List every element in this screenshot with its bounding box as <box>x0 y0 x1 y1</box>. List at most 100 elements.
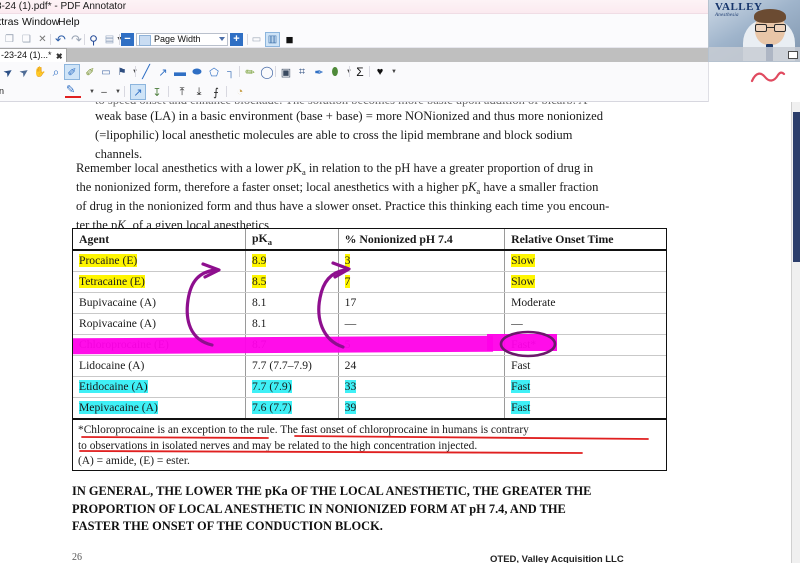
text-align-base-tool-icon[interactable]: ⨍ <box>208 84 224 100</box>
text-align-mid-tool-icon[interactable]: ⤓ <box>191 84 207 100</box>
table-row: Etidocaine (A) 7.7 (7.9) 33 Fast <box>73 376 666 398</box>
toolbar-separator-1 <box>50 34 51 45</box>
cell-agent: Procaine (E) <box>73 250 246 272</box>
paragraph-2-line-3: of drug in the nonionized form and thus … <box>76 199 610 213</box>
cell-onset: Fast* <box>504 334 666 356</box>
table-row: Ropivacaine (A) 8.1 — — <box>73 313 666 335</box>
single-page-icon[interactable]: ▭ <box>249 32 264 47</box>
logo-line-2: Anesthesia <box>715 13 739 18</box>
pen-tool-icon[interactable]: ✐ <box>64 64 80 80</box>
find-icon[interactable]: ⚲ <box>86 32 101 47</box>
cell-nonionized: 5 <box>338 334 506 356</box>
eraser-tool-icon[interactable]: ✎ <box>239 61 262 84</box>
chevron-down-icon[interactable] <box>219 37 225 41</box>
connector-tool-icon[interactable]: ┐ <box>223 64 239 80</box>
page-width-icon <box>139 35 151 46</box>
toolbar-separator-10 <box>124 86 125 97</box>
formula-tool-icon[interactable]: Σ <box>352 64 368 80</box>
cell-onset: Fast <box>504 355 666 377</box>
glasses-right-lens <box>774 24 786 32</box>
snapshot-tool-icon[interactable]: ▣ <box>278 64 294 80</box>
cell-agent: Mepivacaine (A) <box>73 397 246 418</box>
cell-pka: 8.1 <box>245 313 339 335</box>
closing-statement: IN GENERAL, THE LOWER THE pKa OF THE LOC… <box>72 483 672 536</box>
menu-item-help[interactable]: Help <box>58 15 80 30</box>
p2-l1-pre: Remember local anesthetics with a lower <box>76 161 287 175</box>
webcam-overlay[interactable]: VALLEY Anesthesia <box>708 0 800 62</box>
cell-onset: Fast <box>511 401 531 415</box>
document-viewport[interactable]: to speed onset and enhance blockade. The… <box>0 102 791 563</box>
annotation-style-toolbar: en ✎ ▼ – ▼ ↗ ↧ ⤒ ⤓ ⨍ ◔ <box>0 82 800 102</box>
table-row: Chloroprocaine (E) 8.7 5 Fast* <box>73 334 666 356</box>
zoom-in-icon[interactable]: + <box>230 33 243 46</box>
open-button-label[interactable]: en <box>0 86 4 96</box>
crop-tool-icon[interactable]: ⌗ <box>294 64 310 80</box>
paragraph-1-line-2: (=lipophilic) local anesthetic molecules… <box>95 128 573 142</box>
cell-nonionized: 17 <box>338 292 506 314</box>
copy-icon[interactable]: ❐ <box>2 32 17 47</box>
pen-icon: ✎ <box>66 84 76 96</box>
fill-color-tool-icon[interactable]: ◔ <box>232 84 248 100</box>
pen-color-swatch[interactable]: ✎ <box>64 84 84 100</box>
arrow-tool-icon[interactable]: ↗ <box>155 64 171 80</box>
rectangle-tool-icon[interactable]: ▬ <box>172 64 188 80</box>
delete-icon[interactable]: ✕ <box>35 32 50 47</box>
chevron-down-icon[interactable]: ▼ <box>386 64 402 80</box>
text-align-top-tool-icon[interactable]: ⤒ <box>174 84 190 100</box>
footnote-line-3: (A) = amide, (E) = ester. <box>78 455 190 467</box>
cell-agent: Bupivacaine (A) <box>73 292 246 314</box>
curve-smooth-tool-icon[interactable]: ↗ <box>130 84 146 100</box>
line-tool-icon[interactable]: ╱ <box>138 64 154 80</box>
comment-tool-icon[interactable]: ◯ <box>259 64 275 80</box>
cell-nonionized: 33 <box>338 376 506 398</box>
document-tab-label: -23-24 (1)...* <box>1 50 52 60</box>
toolbar-separator-5 <box>135 66 136 77</box>
text-box-tool-icon[interactable]: ▭ <box>98 64 114 80</box>
paste-icon[interactable]: ❑ <box>19 32 34 47</box>
polygon-tool-icon[interactable]: ⬠ <box>206 64 222 80</box>
pressure-tool-icon[interactable]: ↧ <box>149 84 165 100</box>
cell-onset: — <box>504 313 666 335</box>
vertical-scrollbar-thumb[interactable] <box>793 112 800 262</box>
menu-item-extras[interactable]: xtras <box>0 15 19 30</box>
toolbar-separator-9 <box>369 66 370 77</box>
glasses-left-lens <box>755 24 767 32</box>
marker-tool-icon[interactable]: ✒ <box>311 64 327 80</box>
cell-agent: Ropivacaine (A) <box>73 313 246 335</box>
cell-pka: 8.7 <box>245 334 339 356</box>
cell-agent: Chloroprocaine (E) <box>73 334 246 356</box>
webcam-minimize-button[interactable] <box>788 51 798 59</box>
squiggle-freehand-icon[interactable] <box>750 70 786 86</box>
table-row: Tetracaine (E) 8.5 7 Slow <box>73 271 666 293</box>
logo-line-1: VALLEY <box>715 1 763 13</box>
highlighter-tool-icon[interactable]: ✐ <box>82 64 98 80</box>
table-row: Lidocaine (A) 7.7 (7.7–7.9) 24 Fast <box>73 355 666 377</box>
toolbar-separator-3 <box>119 34 120 45</box>
copyright-notice: OTED, Valley Acquisition LLC <box>490 554 624 563</box>
window-title: 3-24 (1).pdf* - PDF Annotator <box>0 1 127 12</box>
cell-pka: 8.5 <box>245 271 339 293</box>
full-screen-icon[interactable]: ■ <box>282 32 297 47</box>
cell-onset: Slow <box>504 250 666 272</box>
color-underline-swatch <box>65 96 81 98</box>
table-footnote: *Chloroprocaine is an exception to the r… <box>72 418 667 471</box>
undo-icon[interactable]: ↶ <box>53 32 68 47</box>
cell-onset: Fast <box>504 376 666 398</box>
cell-pka: 8.1 <box>245 292 339 314</box>
footnote-line-1: *Chloroprocaine is an exception to the r… <box>78 424 529 436</box>
ellipse-tool-icon[interactable]: ⬬ <box>189 64 205 80</box>
magnifier-tool-icon[interactable]: ⌕ <box>48 64 64 80</box>
continuous-page-icon[interactable]: ▥ <box>265 32 280 47</box>
pan-hand-tool-icon[interactable]: ✋ <box>32 64 48 80</box>
zoom-mode-combobox[interactable]: Page Width <box>136 33 228 46</box>
annotation-toolbar: ➤ ➤ ✋ ⌕ ✐ ✐ ▭ ⚑ ▼ ╱ ↗ ▬ ⬬ ⬠ ┐ ✎ ◯ ▣ ⌗ ✒ … <box>0 62 800 82</box>
zoom-out-icon[interactable]: − <box>121 33 134 46</box>
cell-agent: Tetracaine (E) <box>73 271 246 293</box>
vertical-scrollbar[interactable] <box>791 102 800 563</box>
closing-line-1: IN GENERAL, THE LOWER THE pKa OF THE LOC… <box>72 484 592 498</box>
redo-icon[interactable]: ↷ <box>69 32 84 47</box>
zoom-mode-value: Page Width <box>154 34 201 44</box>
menu-item-window[interactable]: Window <box>22 15 59 30</box>
col-header-agent: Agent <box>73 229 246 251</box>
p2-l2-post: have a smaller fraction <box>480 180 599 194</box>
